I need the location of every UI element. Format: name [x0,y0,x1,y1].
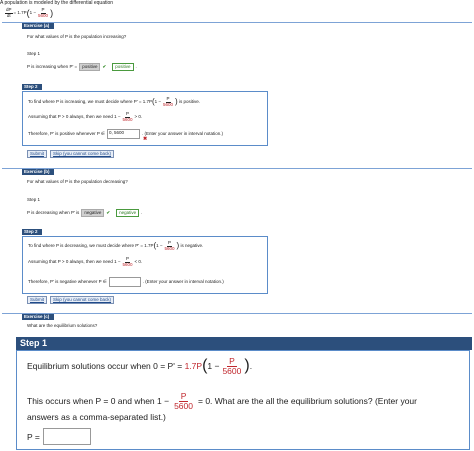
exercise-b-step1-line: P is decreasing when P' is negative ✔ ne… [27,209,143,217]
exercise-a-step2-box: To find where P is increasing, we must d… [22,91,268,146]
differential-equation: dP dt = 1.7P ( 1 − P 5600 ) [5,7,54,18]
correct-answer-badge: negative [116,209,140,217]
check-icon: ✔ [102,64,107,69]
interval-input-b[interactable] [108,277,141,287]
exercise-a-step1-label: Step 1 [27,51,41,56]
exercise-b-question: For what values of P is the population d… [27,179,128,184]
exercise-b-step1-label: Step 1 [27,197,41,202]
step2-line3: Therefore, P' is negative whenever P ∈ .… [28,277,224,287]
exercise-c-question: What are the equilibrium solutions? [27,323,98,328]
exercise-c-step1-label: Step 1 [16,337,472,350]
exercise-b-header: Exercise (b) [22,169,54,175]
check-icon: ✔ [106,210,111,215]
exercise-a-header: Exercise (a) [22,23,54,29]
divider [2,168,472,169]
equilibrium-line2: This occurs when P = 0 and when 1 − P 560… [27,391,417,411]
equilibrium-line3: answers as a comma-separated list.) [27,412,166,422]
dpdt-fraction: dP dt [5,7,13,18]
equation-rhs: = 1.7P [13,10,27,15]
incorrect-x-icon: ✖ [143,136,148,142]
equilibrium-answer-row: P = [27,428,91,445]
divider [2,22,472,23]
skip-button[interactable]: Skip (you cannot come back) [50,150,115,158]
exercise-a-step2-label: Step 2 [22,84,42,90]
step2-line1: To find where P is increasing, we must d… [28,96,200,107]
exercise-a-step1-line: P is increasing when P' = positive ✔ pos… [27,63,137,71]
divider [2,313,472,314]
step2-line2: Assuming that P > 0 always, then we need… [28,111,143,122]
step2-line1: To find where P is decreasing, we must d… [28,240,204,251]
submit-button[interactable]: Submit [27,296,48,304]
problem-intro: A population is modeled by the different… [0,0,114,6]
exercise-b-step2-label: Step 2 [22,229,42,235]
exercise-a-actions: Submit Skip (you cannot come back) [27,150,115,158]
submit-button[interactable]: Submit [27,150,48,158]
step2-line2: Assuming that P > 0 always, then we need… [28,256,143,267]
p-label: P = [27,431,40,442]
step1-select[interactable]: positive [79,63,101,71]
exercise-c-header: Exercise (c) [22,314,54,320]
correct-answer-badge: positive [112,63,134,71]
step2-line3: Therefore, P' is positive whenever P ∈ 0… [28,129,223,139]
exercise-c-step1-box: Equilibrium solutions occur when 0 = P' … [16,350,470,450]
exercise-b-actions: Submit Skip (you cannot come back) [27,296,115,304]
equilibrium-input[interactable] [42,428,91,445]
interval-input-a[interactable]: 0, 5600 [106,129,140,139]
exercise-b-step2-box: To find where P is decreasing, we must d… [22,236,268,294]
step1-select[interactable]: negative [81,209,105,217]
skip-button[interactable]: Skip (you cannot come back) [50,296,115,304]
equilibrium-line1: Equilibrium solutions occur when 0 = P' … [27,356,253,376]
exercise-a-question: For what values of P is the population i… [27,34,127,39]
equation-fraction: P 5600 [38,7,49,18]
